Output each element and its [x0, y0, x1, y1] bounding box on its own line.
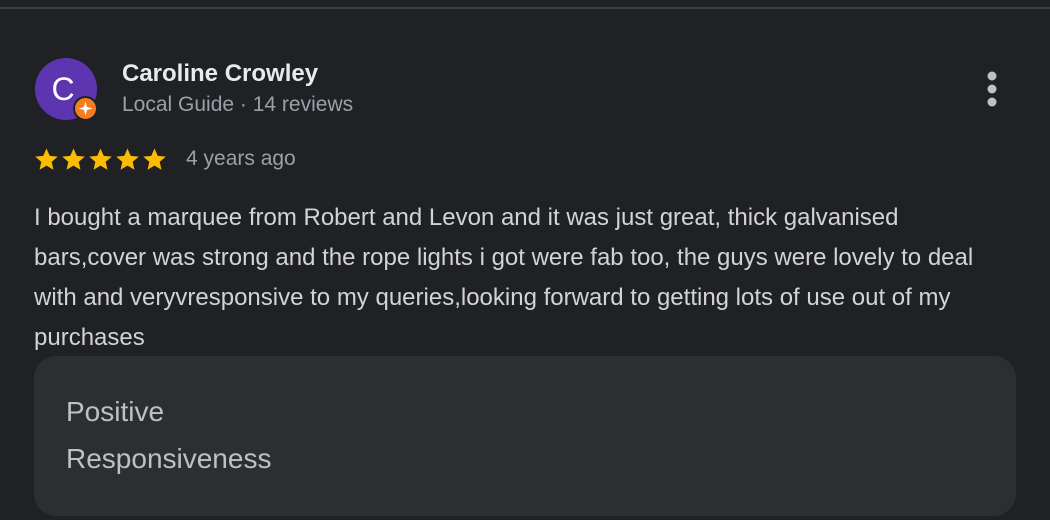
avatar-initial: C — [51, 71, 75, 107]
review-highlights-card: Positive Responsiveness — [34, 356, 1016, 516]
star-rating — [33, 146, 168, 174]
star-icon — [62, 148, 85, 170]
review-text: I bought a marquee from Robert and Levon… — [34, 204, 974, 351]
star-icon — [35, 148, 58, 170]
review-date: 4 years ago — [186, 147, 296, 170]
star-icon — [89, 148, 112, 170]
star-icon — [116, 148, 139, 170]
author-name[interactable]: Caroline Crowley — [122, 60, 318, 88]
author-meta: Local Guide · 14 reviews — [122, 93, 354, 116]
star-icon — [143, 148, 166, 170]
highlight-heading: Positive — [66, 396, 165, 427]
highlight-value: Responsiveness — [66, 443, 272, 474]
more-vert-icon — [987, 71, 997, 107]
review-panel: C Caroline Crowley Local Guide · 14 revi… — [0, 0, 1050, 520]
more-options-button[interactable] — [972, 66, 1012, 112]
divider — [0, 7, 1050, 9]
local-guide-badge-icon — [73, 96, 98, 121]
